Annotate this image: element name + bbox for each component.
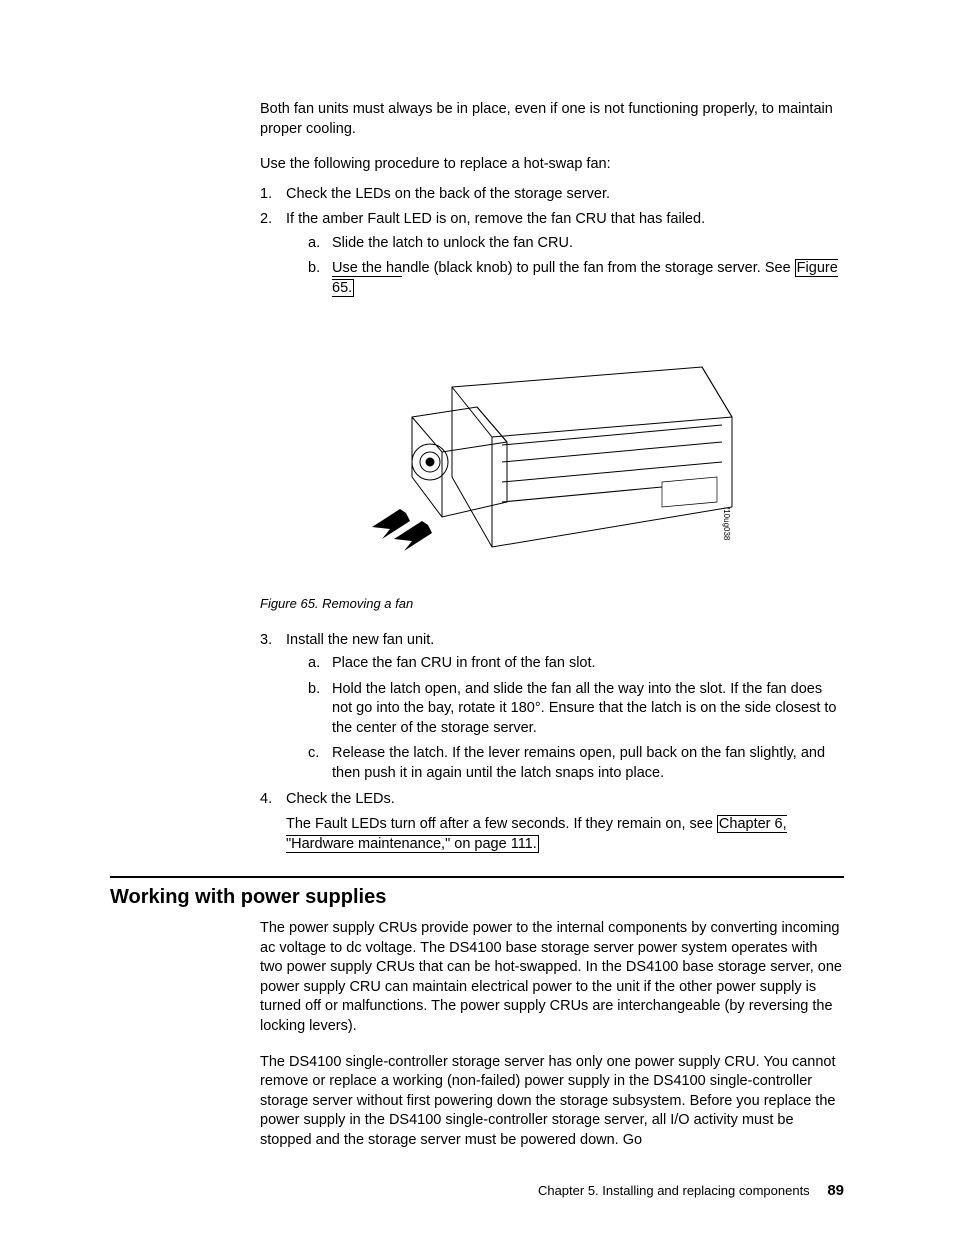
step-marker: 4.	[260, 790, 272, 810]
figure-caption: Figure 65. Removing a fan	[260, 595, 844, 613]
procedure-top: 1. Check the LEDs on the back of the sto…	[260, 185, 844, 299]
step-4-para: The Fault LEDs turn off after a few seco…	[286, 815, 844, 854]
boxed-text: Use the ha	[332, 260, 402, 277]
step-2: 2. If the amber Fault LED is on, remove …	[260, 210, 844, 298]
intro-block: Both fan units must always be in place, …	[260, 100, 844, 854]
substep-marker: c.	[308, 744, 319, 764]
section-divider	[110, 876, 844, 878]
substep-text: Hold the latch open, and slide the fan a…	[332, 681, 836, 736]
step-3: 3. Install the new fan unit. a. Place th…	[260, 631, 844, 784]
step-2b: b. Use the handle (black knob) to pull t…	[308, 259, 844, 298]
intro-p2: Use the following procedure to replace a…	[260, 155, 844, 175]
step-text: If the amber Fault LED is on, remove the…	[286, 211, 705, 227]
procedure-bottom: 3. Install the new fan unit. a. Place th…	[260, 631, 844, 855]
figure-65-link[interactable]: Figure 65.	[332, 259, 838, 297]
section-p2: The DS4100 single-controller storage ser…	[260, 1053, 844, 1151]
step-3c: c. Release the latch. If the lever remai…	[308, 744, 844, 783]
substep-marker: b.	[308, 259, 320, 279]
section-heading: Working with power supplies	[110, 884, 844, 911]
footer-chapter: Chapter 5. Installing and replacing comp…	[538, 1183, 810, 1198]
substep-text: Use the handle (black knob) to pull the …	[332, 259, 838, 297]
footer-page-number: 89	[827, 1182, 844, 1199]
section-p1: The power supply CRUs provide power to t…	[260, 919, 844, 1036]
step-marker: 3.	[260, 631, 272, 651]
intro-p1: Both fan units must always be in place, …	[260, 100, 844, 139]
page-footer: Chapter 5. Installing and replacing comp…	[538, 1181, 844, 1201]
section-body: The power supply CRUs provide power to t…	[260, 919, 844, 1150]
substep-text: Slide the latch to unlock the fan CRU.	[332, 235, 573, 251]
step-marker: 1.	[260, 185, 272, 205]
step-2a: a. Slide the latch to unlock the fan CRU…	[308, 234, 844, 254]
substep-text: Place the fan CRU in front of the fan sl…	[332, 655, 596, 671]
figure-id: f10ug038	[722, 507, 731, 541]
substeps-3: a. Place the fan CRU in front of the fan…	[286, 654, 844, 783]
step-3b: b. Hold the latch open, and slide the fa…	[308, 680, 844, 739]
step-text: Install the new fan unit.	[286, 632, 434, 648]
substeps-2: a. Slide the latch to unlock the fan CRU…	[286, 234, 844, 299]
substep-marker: a.	[308, 654, 320, 674]
step-text: Check the LEDs.	[286, 791, 395, 807]
substep-text: Release the latch. If the lever remains …	[332, 745, 825, 781]
step-4-prefix: The Fault LEDs turn off after a few seco…	[286, 816, 717, 832]
step-text: Check the LEDs on the back of the storag…	[286, 186, 610, 202]
step-marker: 2.	[260, 210, 272, 230]
page: Both fan units must always be in place, …	[0, 0, 954, 1235]
fan-removal-diagram: f10ug038	[362, 327, 742, 577]
substep-marker: b.	[308, 680, 320, 700]
substep-marker: a.	[308, 234, 320, 254]
step-3a: a. Place the fan CRU in front of the fan…	[308, 654, 844, 674]
step-1: 1. Check the LEDs on the back of the sto…	[260, 185, 844, 205]
figure-65: f10ug038 Figure 65. Removing a fan	[260, 327, 844, 613]
step-4: 4. Check the LEDs. The Fault LEDs turn o…	[260, 790, 844, 855]
